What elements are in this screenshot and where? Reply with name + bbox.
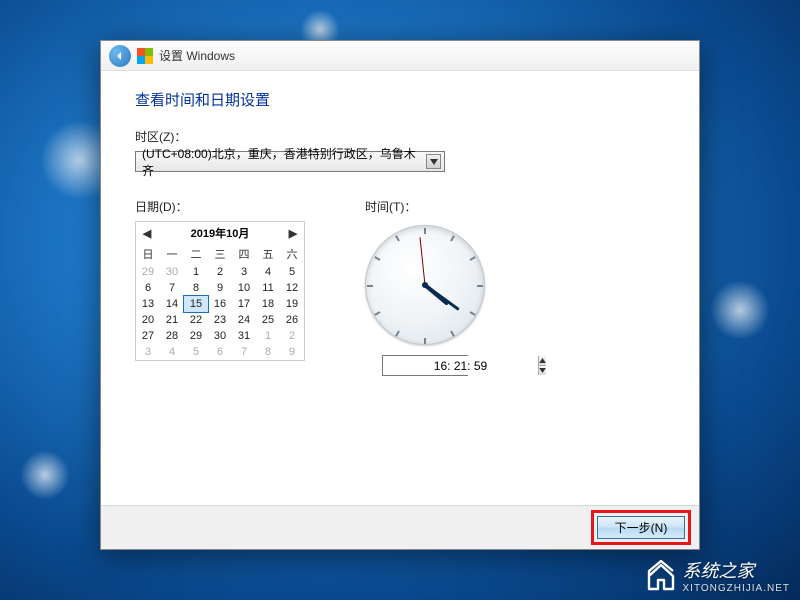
- wizard-footer: 下一步(N): [101, 505, 699, 549]
- dow-header: 二: [184, 244, 208, 264]
- clock-minute-hand: [424, 284, 460, 311]
- calendar-day[interactable]: 7: [160, 280, 184, 296]
- chevron-down-icon: [430, 159, 438, 165]
- timezone-select[interactable]: (UTC+08:00)北京，重庆，香港特别行政区，乌鲁木齐: [135, 151, 445, 172]
- calendar-day[interactable]: 22: [184, 312, 208, 328]
- calendar-day[interactable]: 31: [232, 328, 256, 344]
- clock-center: [422, 282, 428, 288]
- calendar-day[interactable]: 27: [136, 328, 160, 344]
- time-label: 时间(T)：: [365, 198, 416, 215]
- date-column: 日期(D)： ◀ 2019年10月 ▶ 日一二三四五六 293012345678…: [135, 198, 305, 376]
- chevron-up-icon: [539, 358, 546, 363]
- calendar-day[interactable]: 7: [232, 344, 256, 360]
- calendar-day[interactable]: 14: [160, 296, 184, 312]
- back-button[interactable]: [109, 45, 131, 67]
- calendar-day[interactable]: 2: [280, 328, 304, 344]
- next-button[interactable]: 下一步(N): [597, 516, 685, 539]
- calendar-day[interactable]: 6: [136, 280, 160, 296]
- time-down-button[interactable]: [539, 366, 546, 375]
- prev-month-button[interactable]: ◀: [140, 227, 154, 240]
- calendar-day[interactable]: 30: [208, 328, 232, 344]
- watermark-house-icon: [645, 560, 677, 592]
- date-label: 日期(D)：: [135, 198, 305, 215]
- windows-logo-icon: [137, 48, 153, 64]
- timezone-label: 时区(Z)：: [135, 128, 665, 145]
- calendar: ◀ 2019年10月 ▶ 日一二三四五六 2930123456789101112…: [135, 221, 305, 361]
- dow-header: 六: [280, 244, 304, 264]
- next-month-button[interactable]: ▶: [286, 227, 300, 240]
- timezone-value: (UTC+08:00)北京，重庆，香港特别行政区，乌鲁木齐: [142, 145, 426, 179]
- month-title: 2019年10月: [191, 225, 250, 241]
- watermark: 系统之家 XITONGZHIJIA.NET: [645, 557, 791, 594]
- calendar-day[interactable]: 1: [256, 328, 280, 344]
- calendar-day[interactable]: 15: [183, 295, 209, 313]
- page-title: 查看时间和日期设置: [135, 89, 665, 110]
- calendar-day[interactable]: 5: [184, 344, 208, 360]
- analog-clock: [365, 225, 485, 345]
- calendar-day[interactable]: 6: [208, 344, 232, 360]
- time-up-button[interactable]: [539, 356, 546, 366]
- calendar-day[interactable]: 26: [280, 312, 304, 328]
- calendar-day[interactable]: 11: [256, 280, 280, 296]
- time-column: 时间(T)：: [365, 198, 485, 376]
- dow-header: 四: [232, 244, 256, 264]
- calendar-day[interactable]: 20: [136, 312, 160, 328]
- calendar-day[interactable]: 9: [280, 344, 304, 360]
- chevron-down-icon: [539, 368, 546, 373]
- calendar-day[interactable]: 17: [232, 296, 256, 312]
- wizard-header: 设置 Windows: [101, 41, 699, 71]
- calendar-day[interactable]: 18: [256, 296, 280, 312]
- calendar-day[interactable]: 16: [208, 296, 232, 312]
- clock-second-hand: [419, 237, 425, 285]
- calendar-day[interactable]: 9: [208, 280, 232, 296]
- calendar-day[interactable]: 4: [256, 264, 280, 280]
- window-title: 设置 Windows: [159, 47, 235, 64]
- calendar-day[interactable]: 19: [280, 296, 304, 312]
- calendar-day[interactable]: 13: [136, 296, 160, 312]
- calendar-day[interactable]: 8: [184, 280, 208, 296]
- dow-header: 三: [208, 244, 232, 264]
- watermark-sub: XITONGZHIJIA.NET: [683, 583, 791, 594]
- arrow-left-icon: [114, 50, 126, 62]
- calendar-day[interactable]: 23: [208, 312, 232, 328]
- calendar-day[interactable]: 1: [184, 264, 208, 280]
- time-input[interactable]: [383, 356, 538, 375]
- calendar-day[interactable]: 12: [280, 280, 304, 296]
- calendar-day[interactable]: 10: [232, 280, 256, 296]
- watermark-brand: 系统之家: [683, 561, 755, 581]
- dow-header: 五: [256, 244, 280, 264]
- time-spinner: [382, 355, 468, 376]
- calendar-day[interactable]: 28: [160, 328, 184, 344]
- calendar-day[interactable]: 24: [232, 312, 256, 328]
- next-button-label: 下一步(N): [615, 521, 668, 535]
- calendar-day[interactable]: 2: [208, 264, 232, 280]
- dropdown-button[interactable]: [426, 154, 441, 169]
- wizard-window: 设置 Windows 查看时间和日期设置 时区(Z)： (UTC+08:00)北…: [100, 40, 700, 550]
- calendar-day[interactable]: 21: [160, 312, 184, 328]
- calendar-day[interactable]: 8: [256, 344, 280, 360]
- dow-header: 日: [136, 244, 160, 264]
- dow-header: 一: [160, 244, 184, 264]
- calendar-day[interactable]: 3: [232, 264, 256, 280]
- calendar-day[interactable]: 5: [280, 264, 304, 280]
- calendar-day[interactable]: 29: [136, 264, 160, 280]
- calendar-day[interactable]: 3: [136, 344, 160, 360]
- calendar-day[interactable]: 4: [160, 344, 184, 360]
- calendar-day[interactable]: 30: [160, 264, 184, 280]
- calendar-day[interactable]: 25: [256, 312, 280, 328]
- calendar-day[interactable]: 29: [184, 328, 208, 344]
